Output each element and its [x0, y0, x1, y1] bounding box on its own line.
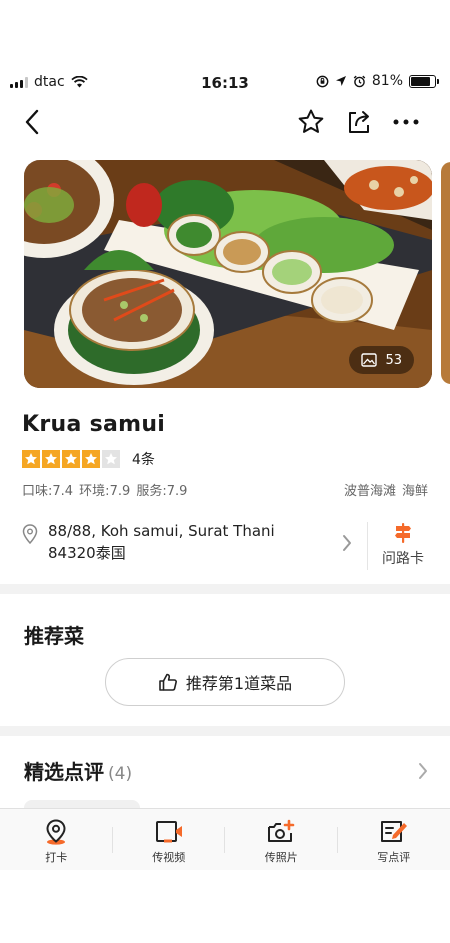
camera-add-icon — [268, 819, 295, 842]
section-divider-2 — [0, 726, 450, 736]
reviews-title-label: 精选点评 — [24, 760, 104, 784]
tab-upload-video[interactable]: 传视频 — [113, 809, 225, 870]
restaurant-name: Krua samui — [22, 412, 166, 437]
status-right: 81% — [316, 73, 439, 89]
tab-label: 写点评 — [377, 851, 411, 864]
restaurant-tags: 波普海滩 海鲜 — [344, 480, 428, 499]
star-filled-icon — [42, 450, 60, 468]
star-outline-icon — [298, 109, 324, 133]
recommend-dish-button[interactable]: 推荐第1道菜品 — [105, 658, 345, 706]
image-icon — [361, 353, 378, 367]
share-icon — [349, 111, 369, 133]
address-text: 88/88, Koh samui, Surat Thani 84320泰国 — [48, 520, 328, 564]
status-bar: dtac 16:13 81% — [0, 66, 450, 100]
alarm-icon — [353, 75, 366, 87]
rating-row: 4条 — [22, 449, 155, 469]
signpost-icon — [395, 523, 411, 543]
tag-area: 波普海滩 — [343, 484, 396, 499]
battery-percent: 81% — [371, 73, 403, 89]
write-review-icon — [380, 821, 407, 842]
location-arrow-icon — [335, 76, 346, 86]
orientation-lock-icon — [316, 75, 329, 87]
star-filled-icon — [82, 450, 100, 468]
route-card-label: 问路卡 — [382, 551, 424, 567]
back-button[interactable] — [16, 106, 48, 138]
recommended-title: 推荐菜 — [24, 624, 84, 648]
tag-cuisine: 海鲜 — [401, 484, 428, 499]
photo-count-badge[interactable]: 53 — [349, 346, 414, 374]
bottom-action-bar: 打卡 传视频 传照片 写点评 — [0, 808, 450, 870]
tab-label: 传照片 — [264, 851, 298, 864]
star-filled-icon — [22, 450, 40, 468]
more-icon — [393, 119, 419, 125]
review-count[interactable]: 4条 — [132, 449, 155, 469]
star-empty-icon — [102, 450, 120, 468]
more-button[interactable] — [390, 106, 422, 138]
address-line-1: 88/88, Koh samui, Surat Thani — [48, 522, 275, 540]
hero-photo[interactable]: 53 — [24, 160, 432, 388]
chevron-right-icon[interactable] — [418, 762, 428, 780]
nav-bar — [0, 100, 450, 144]
video-upload-icon — [155, 821, 182, 843]
tab-upload-photo[interactable]: 传照片 — [225, 809, 338, 870]
reviews-title[interactable]: 精选点评 (4) — [24, 756, 132, 785]
favorite-button[interactable] — [295, 106, 327, 138]
section-divider — [0, 584, 450, 594]
tab-check-in[interactable]: 打卡 — [0, 809, 113, 870]
route-card-button[interactable]: 问路卡 — [374, 522, 432, 568]
score-summary: 口味:7.4 环境:7.9 服务:7.9 — [22, 484, 188, 499]
tab-write-review[interactable]: 写点评 — [338, 809, 450, 870]
back-icon — [25, 109, 39, 135]
chevron-right-icon — [343, 535, 351, 551]
photo-count-value: 53 — [385, 352, 402, 368]
address-row[interactable]: 88/88, Koh samui, Surat Thani 84320泰国 问路… — [22, 520, 428, 572]
address-line-2: 84320泰国 — [48, 544, 126, 562]
tab-label: 传视频 — [152, 851, 186, 864]
reviews-count: (4) — [108, 764, 133, 784]
star-filled-icon — [62, 450, 80, 468]
location-pin-icon — [46, 819, 66, 845]
next-photo-peek[interactable] — [441, 162, 450, 384]
tab-label: 打卡 — [45, 851, 68, 864]
star-rating — [22, 450, 120, 468]
thumbs-up-icon — [159, 673, 177, 691]
battery-icon — [409, 74, 439, 88]
share-button[interactable] — [343, 106, 375, 138]
recommend-button-label: 推荐第1道菜品 — [185, 674, 293, 693]
address-divider — [367, 522, 368, 570]
location-pin-icon — [22, 524, 38, 544]
